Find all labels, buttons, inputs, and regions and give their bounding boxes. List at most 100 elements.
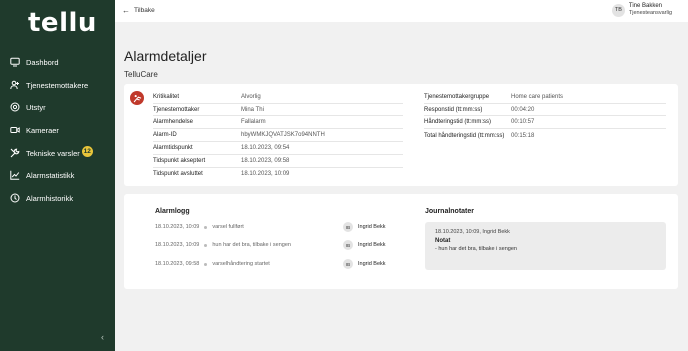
log-user-name: Ingrid Bekk	[358, 224, 386, 230]
page-title: Alarmdetaljer	[124, 48, 207, 64]
avatar: IB	[343, 240, 353, 250]
detail-value: Alvorlig	[241, 93, 261, 100]
detail-row: Tidspunkt akseptert 18.10.2023, 09:58	[153, 155, 403, 168]
sidebar-item-label: Utstyr	[26, 102, 46, 112]
sidebar-item-kameraer[interactable]: Kameraer	[10, 121, 112, 139]
sidebar-item-dashbord[interactable]: Dashbord	[10, 53, 112, 71]
detail-key: Håndteringstid (tt:mm:ss)	[424, 119, 492, 126]
avatar: IB	[343, 259, 353, 269]
wrench-icon	[10, 148, 20, 158]
detail-key: Tidspunkt avsluttet	[153, 171, 203, 178]
detail-row: Alarmtidspunkt 18.10.2023, 09:54	[153, 142, 403, 155]
device-icon	[10, 102, 20, 112]
dot-icon	[204, 243, 208, 247]
avatar: TB	[611, 3, 625, 17]
detail-row: Tidspunkt avsluttet 18.10.2023, 10:09	[153, 168, 403, 181]
sidebar-item-label: Alarmhistorikk	[26, 193, 74, 203]
detail-key: Alarm-ID	[153, 132, 177, 139]
arrow-left-icon: ←	[122, 6, 130, 15]
clock-icon	[10, 193, 20, 203]
detail-value: Fallalarm	[241, 119, 266, 126]
collapse-sidebar-button[interactable]: ‹	[101, 332, 104, 342]
sidebar-item-tjenestemottakere[interactable]: Tjenestemottakere	[10, 76, 112, 94]
journal-user: Ingrid Bekk	[482, 229, 510, 235]
journal-time: 18.10.2023, 10:09	[435, 229, 480, 235]
log-time: 18.10.2023, 10:09	[155, 224, 200, 230]
back-label: Tilbake	[134, 7, 155, 14]
list-item: 18.10.2023, 10:09 hun har det bra, tilba…	[155, 238, 395, 252]
log-user: IB Ingrid Bekk	[343, 259, 386, 269]
page-subtitle: TelluCare	[124, 70, 158, 79]
sidebar-item-label: Dashbord	[26, 57, 59, 67]
sidebar-item-label: Alarmstatistikk	[26, 170, 75, 180]
log-user: IB Ingrid Bekk	[343, 222, 386, 232]
journal-title: Journalnotater	[425, 208, 475, 215]
detail-value: Mina Thi	[241, 106, 264, 113]
notification-badge: 12	[81, 145, 93, 157]
detail-key: Alarmtidspunkt	[153, 144, 193, 151]
sidebar: tellu Dashbord Tjenestemottakere Utstyr …	[0, 0, 115, 351]
detail-row: Total håndteringstid (tt:mm:ss) 00:15:18	[424, 129, 666, 142]
log-text: varsel fullført	[212, 224, 244, 230]
detail-value: 00:04:20	[511, 106, 535, 113]
camera-icon	[10, 125, 20, 135]
log-user-name: Ingrid Bekk	[358, 261, 386, 267]
log-user: IB Ingrid Bekk	[343, 240, 386, 250]
detail-key: Tjenestemottaker	[153, 106, 200, 113]
detail-key: Tjenestemottakergruppe	[424, 93, 490, 100]
user-role: Tjenesteansvarlig	[628, 10, 672, 16]
detail-key: Alarmhendelse	[153, 119, 194, 126]
dot-icon	[204, 225, 208, 229]
detail-row: Kritikalitet Alvorlig	[153, 91, 403, 104]
journal-note-label: Notat	[435, 238, 451, 244]
journal-note-text: - hun har det bra, tilbake i sengen	[435, 246, 517, 252]
alarm-fall-icon	[130, 91, 144, 105]
sidebar-item-label: Kameraer	[26, 125, 59, 135]
detail-value: 00:10:57	[511, 119, 535, 126]
detail-value: hbyWMKJQVATJSK7o94NNTH	[241, 132, 325, 139]
journal-note: 18.10.2023, 10:09, Ingrid Bekk Notat - h…	[425, 222, 666, 270]
detail-value: 18.10.2023, 09:54	[241, 144, 290, 151]
detail-value: 18.10.2023, 10:09	[241, 171, 290, 178]
avatar: IB	[343, 222, 353, 232]
detail-key: Tidspunkt akseptert	[153, 157, 206, 164]
alarm-log-card: Alarmlogg 18.10.2023, 10:09 varsel fullf…	[124, 194, 678, 289]
sidebar-item-alarmstatistikk[interactable]: Alarmstatistikk	[10, 166, 112, 184]
list-item: 18.10.2023, 10:09 varsel fullført IB Ing…	[155, 220, 395, 234]
dashboard-icon	[10, 57, 20, 67]
journal-note-header: 18.10.2023, 10:09, Ingrid Bekk	[435, 229, 510, 235]
detail-row: Responstid (tt:mm:ss) 00:04:20	[424, 104, 666, 117]
detail-row: Alarm-ID hbyWMKJQVATJSK7o94NNTH	[153, 129, 403, 142]
detail-key: Kritikalitet	[153, 93, 180, 100]
topbar: ← Tilbake TB Tine Bakken Tjenesteansvarl…	[115, 0, 688, 22]
tellu-logo[interactable]: tellu	[28, 8, 97, 38]
detail-row: Alarmhendelse Fallalarm	[153, 117, 403, 130]
alarmlogg-title: Alarmlogg	[155, 208, 190, 215]
sidebar-item-tekniske-varsler[interactable]: Tekniske varsler 12	[10, 144, 112, 162]
sidebar-item-label: Tjenestemottakere	[26, 80, 89, 90]
detail-row: Tjenestemottakergruppe Home care patient…	[424, 91, 666, 104]
sidebar-item-utstyr[interactable]: Utstyr	[10, 98, 112, 116]
log-user-name: Ingrid Bekk	[358, 242, 386, 248]
back-button[interactable]: ← Tilbake	[122, 6, 155, 15]
detail-value: 00:15:18	[511, 132, 535, 139]
detail-key: Total håndteringstid (tt:mm:ss)	[424, 132, 505, 139]
log-time: 18.10.2023, 10:09	[155, 242, 200, 248]
detail-row: Håndteringstid (tt:mm:ss) 00:10:57	[424, 117, 666, 130]
log-text: varselhåndtering startet	[212, 261, 270, 267]
user-name: Tine Bakken	[628, 3, 663, 9]
user-menu[interactable]: TB Tine Bakken Tjenesteansvarlig	[611, 3, 672, 17]
sidebar-item-alarmhistorikk[interactable]: Alarmhistorikk	[10, 189, 112, 207]
detail-key: Responstid (tt:mm:ss)	[424, 106, 483, 113]
log-time: 18.10.2023, 09:58	[155, 261, 200, 267]
detail-row: Tjenestemottaker Mina Thi	[153, 104, 403, 117]
sidebar-item-label: Tekniske varsler	[26, 148, 80, 158]
detail-value: 18.10.2023, 09:58	[241, 157, 290, 164]
log-text: hun har det bra, tilbake i sengen	[212, 242, 291, 248]
list-item: 18.10.2023, 09:58 varselhåndtering start…	[155, 257, 395, 271]
detail-value: Home care patients	[511, 93, 564, 100]
chart-icon	[10, 170, 20, 180]
dot-icon	[204, 262, 208, 266]
alarm-details-card: Kritikalitet Alvorlig Tjenestemottaker M…	[124, 84, 678, 186]
users-icon	[10, 80, 20, 90]
